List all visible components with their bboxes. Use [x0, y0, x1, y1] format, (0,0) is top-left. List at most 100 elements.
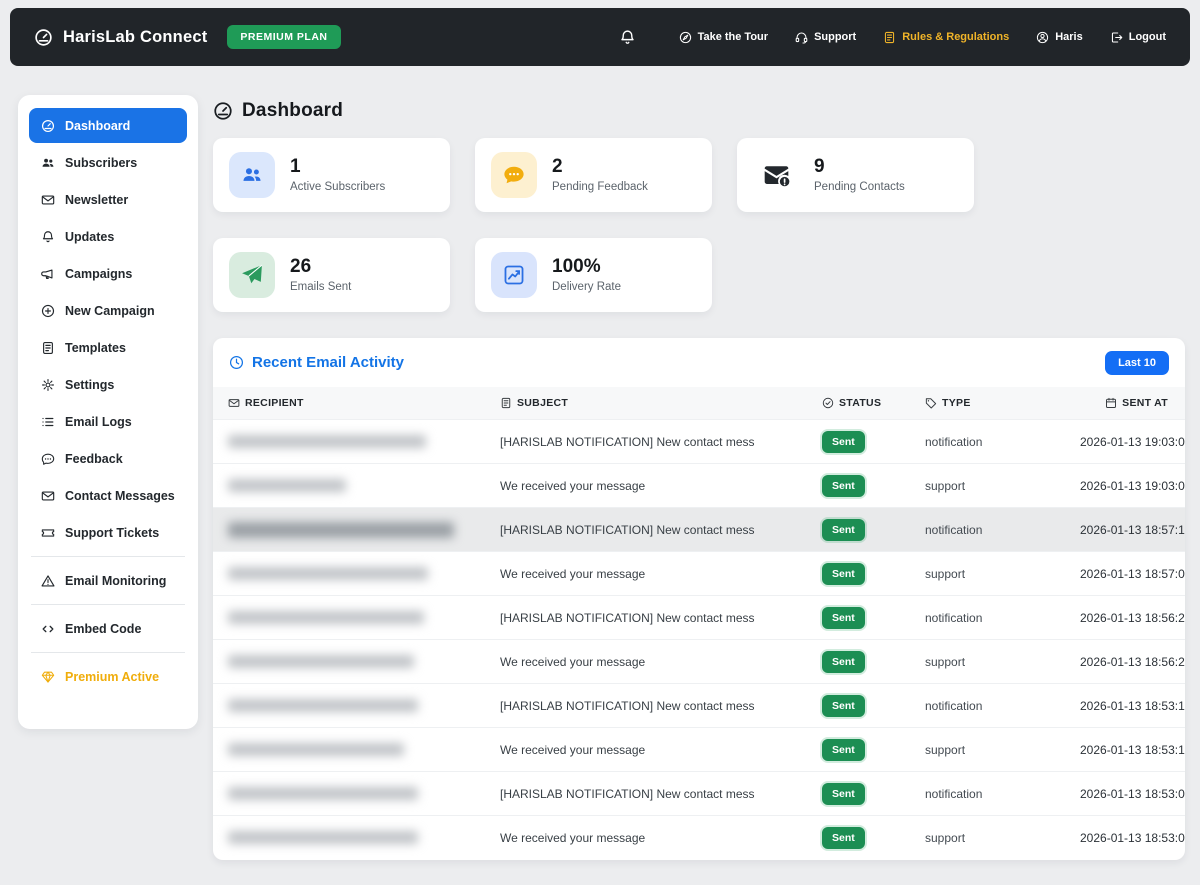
- sidebar-item[interactable]: Email Monitoring: [29, 563, 187, 598]
- sidebar-item-label: Updates: [65, 230, 114, 244]
- column-header: SUBJECT: [485, 387, 807, 420]
- nav-item[interactable]: Take the Tour: [679, 31, 769, 44]
- nav-item[interactable]: Logout: [1110, 31, 1166, 44]
- sidebar-item[interactable]: Contact Messages: [29, 478, 187, 513]
- table-row[interactable]: We received your message Sent support 20…: [213, 464, 1185, 508]
- stat-value: 100%: [552, 257, 621, 278]
- table-row[interactable]: We received your message Sent support 20…: [213, 552, 1185, 596]
- envelope-alert-icon: [763, 162, 790, 189]
- redacted-recipient: [228, 699, 418, 712]
- stat-label: Emails Sent: [290, 281, 351, 293]
- stat-card: 9 Pending Contacts: [737, 138, 974, 212]
- sidebar-item-label: Dashboard: [65, 119, 130, 133]
- type-cell: notification: [910, 508, 1080, 552]
- nav-item[interactable]: Rules & Regulations: [883, 31, 1009, 44]
- table-row[interactable]: [HARISLAB NOTIFICATION] New contact mess…: [213, 596, 1185, 640]
- sidebar-item-label: Campaigns: [65, 267, 132, 281]
- column-header-label: RECIPIENT: [245, 397, 304, 409]
- stat-label: Pending Feedback: [552, 181, 648, 193]
- status-badge: Sent: [822, 519, 865, 541]
- page-title-row: Dashboard: [213, 100, 1185, 122]
- table-row[interactable]: [HARISLAB NOTIFICATION] New contact mess…: [213, 772, 1185, 816]
- stat-text: 9 Pending Contacts: [814, 157, 905, 193]
- plan-badge: PREMIUM PLAN: [227, 25, 340, 49]
- sent-at-cell: 2026-01-13 18:53:13: [1080, 684, 1185, 728]
- type-cell: support: [910, 552, 1080, 596]
- subject-cell: We received your message: [485, 552, 807, 596]
- sidebar-item[interactable]: Campaigns: [29, 256, 187, 291]
- sidebar-item-label: Templates: [65, 341, 126, 355]
- status-cell: Sent: [807, 640, 910, 684]
- stat-value: 9: [814, 157, 905, 178]
- gauge-icon: [41, 119, 55, 133]
- sidebar-item[interactable]: Updates: [29, 219, 187, 254]
- type-cell: support: [910, 640, 1080, 684]
- status-cell: Sent: [807, 816, 910, 860]
- table-row[interactable]: We received your message Sent support 20…: [213, 640, 1185, 684]
- check-circle-icon: [822, 397, 834, 409]
- status-cell: Sent: [807, 464, 910, 508]
- nav-item[interactable]: Support: [795, 31, 856, 44]
- status-cell: Sent: [807, 420, 910, 464]
- stat-iconbox: [491, 152, 537, 198]
- list-icon: [41, 415, 55, 429]
- sidebar-item[interactable]: New Campaign: [29, 293, 187, 328]
- table-row[interactable]: [HARISLAB NOTIFICATION] New contact mess…: [213, 508, 1185, 552]
- table-row[interactable]: [HARISLAB NOTIFICATION] New contact mess…: [213, 684, 1185, 728]
- page-title: Dashboard: [242, 100, 343, 122]
- stat-text: 1 Active Subscribers: [290, 157, 385, 193]
- recipient-cell: [213, 640, 485, 684]
- sidebar-item[interactable]: Email Logs: [29, 404, 187, 439]
- sent-at-cell: 2026-01-13 18:53:08: [1080, 772, 1185, 816]
- column-header-label: SUBJECT: [517, 397, 568, 409]
- column-header: RECIPIENT: [213, 387, 485, 420]
- subject-cell: [HARISLAB NOTIFICATION] New contact mess: [485, 420, 807, 464]
- subject-cell: [HARISLAB NOTIFICATION] New contact mess: [485, 508, 807, 552]
- sidebar-item[interactable]: Settings: [29, 367, 187, 402]
- column-header: TYPE: [910, 387, 1080, 420]
- sidebar-item[interactable]: Dashboard: [29, 108, 187, 143]
- sidebar-item-label: Contact Messages: [65, 489, 175, 503]
- redacted-recipient: [228, 479, 346, 492]
- bell-icon[interactable]: [619, 29, 636, 46]
- stat-iconbox: [229, 152, 275, 198]
- redacted-recipient: [228, 611, 424, 624]
- activity-header: Recent Email Activity Last 10: [213, 338, 1185, 387]
- sidebar-item-label: New Campaign: [65, 304, 155, 318]
- sidebar-item-label: Feedback: [65, 452, 123, 466]
- table-row[interactable]: We received your message Sent support 20…: [213, 728, 1185, 772]
- type-cell: notification: [910, 684, 1080, 728]
- sent-at-cell: 2026-01-13 18:56:24: [1080, 640, 1185, 684]
- status-cell: Sent: [807, 728, 910, 772]
- recent-email-activity-card: Recent Email Activity Last 10 RECIPIENT: [213, 338, 1185, 860]
- sidebar-item[interactable]: Templates: [29, 330, 187, 365]
- stat-text: 2 Pending Feedback: [552, 157, 648, 193]
- sidebar-item[interactable]: Subscribers: [29, 145, 187, 180]
- recipient-cell: [213, 464, 485, 508]
- table-header-row: RECIPIENT SUBJECT STATUS TYPE: [213, 387, 1185, 420]
- nav-item[interactable]: Haris: [1036, 31, 1083, 44]
- redacted-recipient: [228, 567, 428, 580]
- type-cell: support: [910, 728, 1080, 772]
- recipient-cell: [213, 684, 485, 728]
- sidebar-item[interactable]: Feedback: [29, 441, 187, 476]
- sidebar-item[interactable]: Newsletter: [29, 182, 187, 217]
- sent-at-cell: 2026-01-13 19:03:06: [1080, 464, 1185, 508]
- sidebar-item[interactable]: Premium Active: [29, 659, 187, 694]
- status-badge: Sent: [822, 695, 865, 717]
- sidebar-item[interactable]: Embed Code: [29, 611, 187, 646]
- type-cell: support: [910, 464, 1080, 508]
- nav-right-group: Take the Tour Support Rules & Regulation…: [619, 29, 1166, 46]
- redacted-recipient: [228, 787, 418, 800]
- nav-item-label: Rules & Regulations: [902, 31, 1009, 43]
- last-10-filter-button[interactable]: Last 10: [1105, 351, 1169, 375]
- sidebar-item[interactable]: Support Tickets: [29, 515, 187, 550]
- file-text-icon: [41, 341, 55, 355]
- email-activity-table: RECIPIENT SUBJECT STATUS TYPE: [213, 387, 1185, 860]
- table-row[interactable]: We received your message Sent support 20…: [213, 816, 1185, 860]
- redacted-recipient: [228, 522, 454, 538]
- table-row[interactable]: [HARISLAB NOTIFICATION] New contact mess…: [213, 420, 1185, 464]
- send-icon: [241, 264, 263, 286]
- stat-card: 1 Active Subscribers: [213, 138, 450, 212]
- people-icon: [241, 164, 263, 186]
